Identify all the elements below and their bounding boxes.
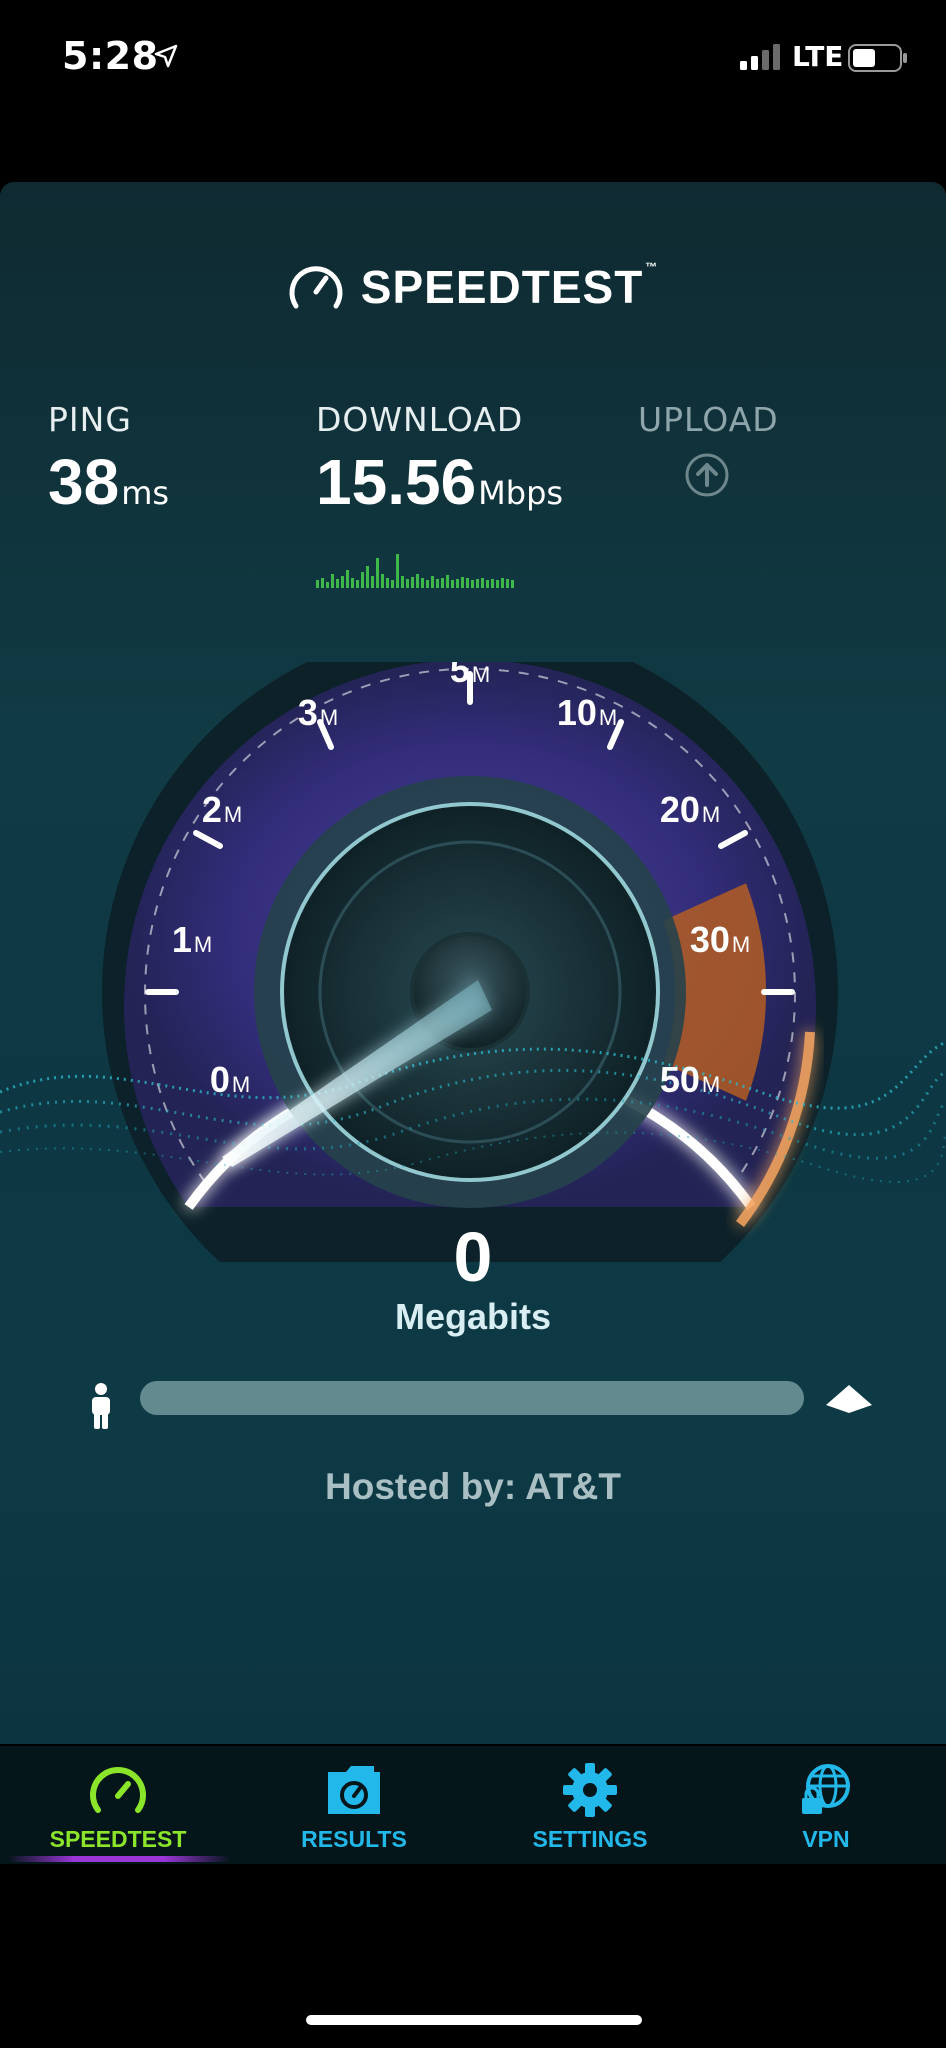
speedometer-logo-icon [289, 266, 343, 309]
download-value: 15.56 [316, 446, 477, 518]
sparkline-bar [396, 554, 399, 588]
sparkline-bar [326, 582, 329, 588]
tab-results[interactable]: RESULTS [236, 1746, 472, 1864]
results-folder-icon [328, 1766, 380, 1814]
sparkline-bar [441, 578, 444, 588]
sparkline-bar [491, 579, 494, 588]
sparkline-bar [361, 572, 364, 588]
brand-name: SPEEDTEST ™ [360, 260, 659, 313]
tab-speedtest-label: SPEEDTEST [49, 1826, 187, 1852]
network-type: LTE [792, 40, 844, 73]
speed-gauge: 0M1M2M3M5M10M20M30M50M [0, 662, 946, 1262]
sparkline-bar [426, 580, 429, 588]
active-tab-indicator [8, 1856, 230, 1862]
sparkline-bar [476, 579, 479, 588]
sparkline-bar [466, 578, 469, 588]
sparkline-bar [496, 580, 499, 588]
sparkline-bar [436, 579, 439, 588]
tab-vpn[interactable]: VPN [708, 1746, 944, 1864]
sparkline-bar [411, 577, 414, 588]
sparkline-bar [321, 578, 324, 588]
server-connection [0, 1375, 946, 1455]
sparkline-bar [386, 578, 389, 588]
tab-settings-label: SETTINGS [532, 1826, 648, 1852]
sparkline-bar [406, 579, 409, 588]
sparkline-bar [486, 580, 489, 588]
sparkline-bar [351, 578, 354, 588]
download-label: DOWNLOAD [316, 400, 524, 439]
download-metric: DOWNLOAD 15.56Mbps [316, 400, 563, 519]
signal-icon [740, 44, 780, 70]
connection-bar [140, 1381, 804, 1415]
home-indicator[interactable] [306, 2015, 642, 2025]
sparkline-bar [366, 566, 369, 588]
sparkline-bar [471, 580, 474, 588]
status-time: 5:28 [62, 34, 159, 78]
sparkline-bar [446, 575, 449, 588]
sparkline-bar [391, 580, 394, 588]
hosted-by-text[interactable]: Hosted by: AT&T [0, 1466, 946, 1508]
server-icon [826, 1385, 872, 1413]
tab-vpn-label: VPN [802, 1826, 850, 1852]
speedometer-icon [90, 1767, 146, 1813]
sparkline-bar [481, 578, 484, 588]
sparkline-bar [346, 570, 349, 588]
bottom-nav: SPEEDTEST RESULTS SETTINGS VPN [0, 1746, 946, 1864]
sparkline-bar [331, 574, 334, 588]
sparkline-bar [451, 580, 454, 588]
battery-icon [848, 44, 907, 72]
download-sparkline [316, 554, 514, 588]
brand-header: SPEEDTEST ™ [0, 260, 946, 314]
location-arrow-icon [154, 44, 178, 68]
ping-label: PING [48, 400, 132, 439]
download-unit: Mbps [478, 474, 564, 512]
sparkline-bar [421, 578, 424, 588]
sparkline-bar [371, 576, 374, 588]
sparkline-bar [341, 576, 344, 588]
tab-settings[interactable]: SETTINGS [472, 1746, 708, 1864]
person-icon [92, 1383, 110, 1429]
sparkline-bar [376, 558, 379, 588]
upload-metric: UPLOAD [638, 400, 779, 497]
sparkline-bar [416, 574, 419, 588]
globe-lock-icon [802, 1764, 850, 1814]
sparkline-bar [336, 579, 339, 588]
sparkline-bar [431, 576, 434, 588]
sparkline-bar [456, 579, 459, 588]
tab-speedtest[interactable]: SPEEDTEST [0, 1746, 236, 1864]
ping-value: 38 [48, 446, 120, 518]
upload-label: UPLOAD [638, 400, 779, 439]
speed-readout: 0 Megabits [0, 1222, 946, 1338]
sparkline-bar [316, 580, 319, 588]
speedtest-panel: SPEEDTEST ™ PING 38ms DOWNLOAD 15.56Mbps … [0, 182, 946, 1744]
status-bar: 5:28 LTE [0, 0, 946, 120]
speed-reading: 0 [453, 1218, 493, 1296]
sparkline-bar [381, 574, 384, 588]
sparkline-bar [506, 579, 509, 588]
ping-unit: ms [121, 474, 170, 512]
sparkline-bar [401, 576, 404, 588]
tab-results-label: RESULTS [301, 1826, 407, 1852]
speed-reading-unit: Megabits [394, 1296, 552, 1337]
upload-arrow-icon [685, 453, 729, 497]
gear-icon [563, 1763, 617, 1817]
sparkline-bar [461, 577, 464, 588]
ping-metric: PING 38ms [48, 400, 169, 519]
sparkline-bar [511, 580, 514, 588]
sparkline-bar [356, 580, 359, 588]
sparkline-bar [501, 578, 504, 588]
